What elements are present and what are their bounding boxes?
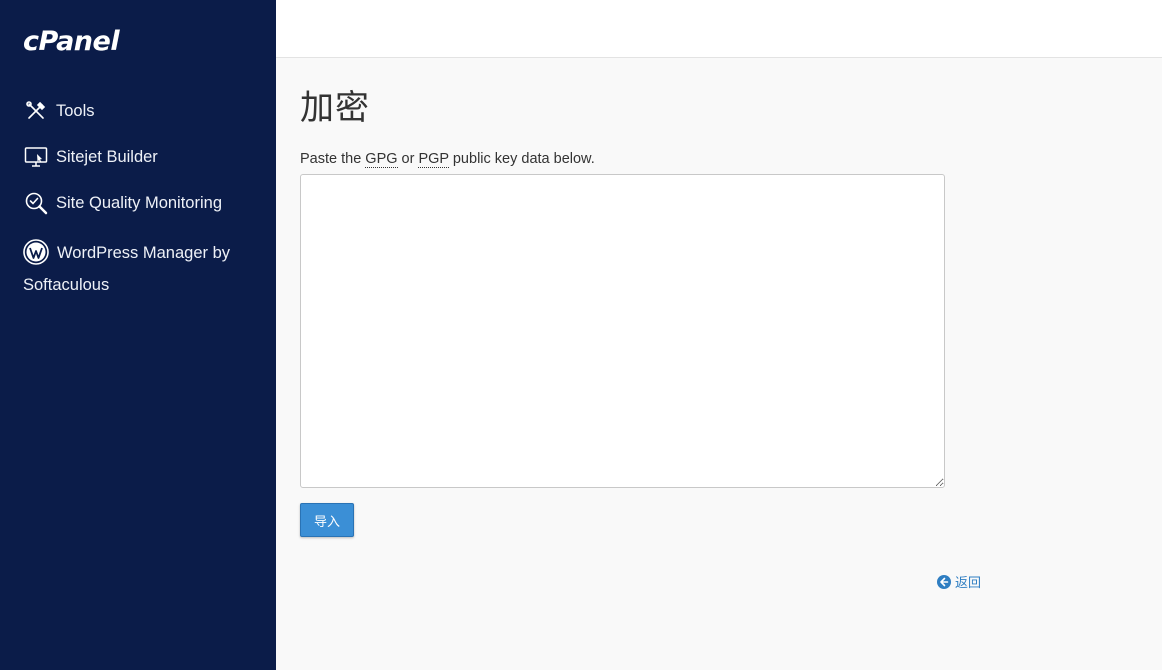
sitejet-builder-icon [23,144,49,170]
wordpress-icon [23,238,49,265]
sidebar-item-sitejet-builder[interactable]: Sitejet Builder [0,134,276,180]
back-arrow-icon [937,574,951,589]
sidebar-nav: Tools Sitejet Builder Site Quality Monit… [0,88,276,301]
instructions-middle: or [397,151,419,167]
site-quality-icon [23,190,49,216]
gpg-abbr: GPG [365,151,398,168]
sidebar-item-tools[interactable]: Tools [0,88,276,134]
sidebar-item-site-quality-monitoring[interactable]: Site Quality Monitoring [0,180,276,226]
sidebar: cPanel Tools Sitejet Builder Site Qualit… [0,0,276,670]
sidebar-item-label: Sitejet Builder [56,147,158,166]
back-link[interactable]: 返回 [937,572,981,591]
sidebar-item-wordpress-manager[interactable]: WordPress Manager by Softaculous [0,226,276,301]
public-key-textarea[interactable] [300,174,945,488]
sidebar-item-label: Site Quality Monitoring [56,193,222,212]
instructions-prefix: Paste the [300,151,366,167]
page-title: 加密 [300,88,370,128]
sidebar-item-label: WordPress Manager by Softaculous [23,244,231,294]
top-header-bar [276,0,1162,58]
instructions-suffix: public key data below. [448,151,595,167]
cpanel-logo[interactable]: cPanel [23,26,120,57]
import-button[interactable]: 导入 [300,503,354,537]
pgp-abbr: PGP [418,151,449,168]
tools-icon [23,98,49,124]
back-link-label: 返回 [955,576,982,591]
import-instructions: Paste the GPG or PGP public key data bel… [300,151,595,168]
sidebar-item-label: Tools [56,101,95,120]
